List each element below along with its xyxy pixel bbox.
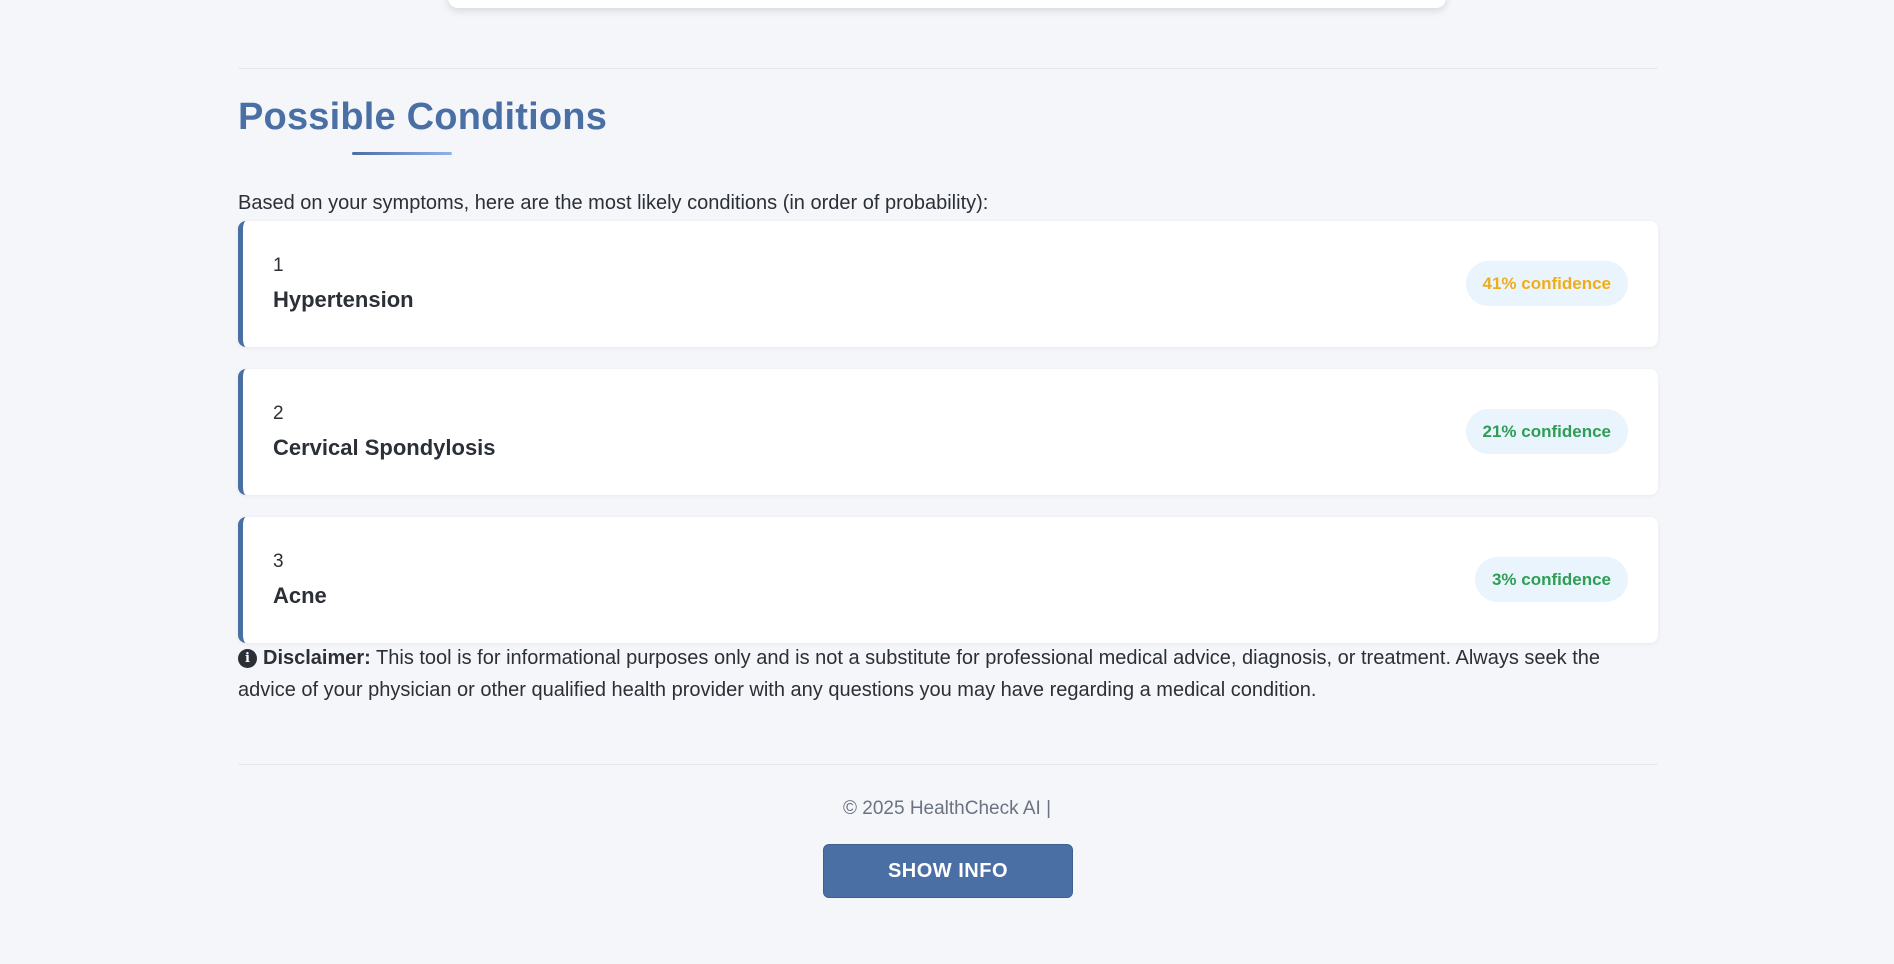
condition-card: 3 Acne 3% confidence — [238, 517, 1658, 643]
disclaimer-label: Disclaimer: — [263, 647, 371, 669]
condition-rank: 2 — [273, 403, 284, 424]
title-underline — [352, 152, 452, 155]
confidence-badge: 41% confidence — [1465, 261, 1628, 306]
confidence-badge: 21% confidence — [1465, 409, 1628, 454]
page-title: Possible Conditions — [238, 96, 608, 138]
footer-divider — [238, 764, 1658, 765]
disclaimer-text: This tool is for informational purposes … — [238, 647, 1600, 701]
condition-name: Cervical Spondylosis — [273, 435, 496, 460]
condition-rank: 1 — [273, 255, 284, 276]
condition-rank: 3 — [273, 551, 284, 572]
show-info-button[interactable]: SHOW INFO — [823, 844, 1073, 898]
disclaimer: i Disclaimer: This tool is for informatio… — [238, 642, 1658, 706]
section-divider — [238, 68, 1658, 69]
conditions-intro: Based on your symptoms, here are the mos… — [238, 192, 989, 214]
previous-card — [448, 0, 1446, 8]
conditions-section: Possible Conditions Based on your sympto… — [238, 70, 1658, 701]
info-circle-icon: i — [238, 649, 257, 668]
condition-card: 2 Cervical Spondylosis 21% confidence — [238, 369, 1658, 495]
condition-name: Hypertension — [273, 287, 414, 312]
footer-copyright: © 2025 HealthCheck AI | — [843, 798, 1051, 819]
confidence-badge: 3% confidence — [1474, 557, 1628, 602]
condition-name: Acne — [273, 583, 327, 608]
condition-card: 1 Hypertension 41% confidence — [238, 221, 1658, 347]
